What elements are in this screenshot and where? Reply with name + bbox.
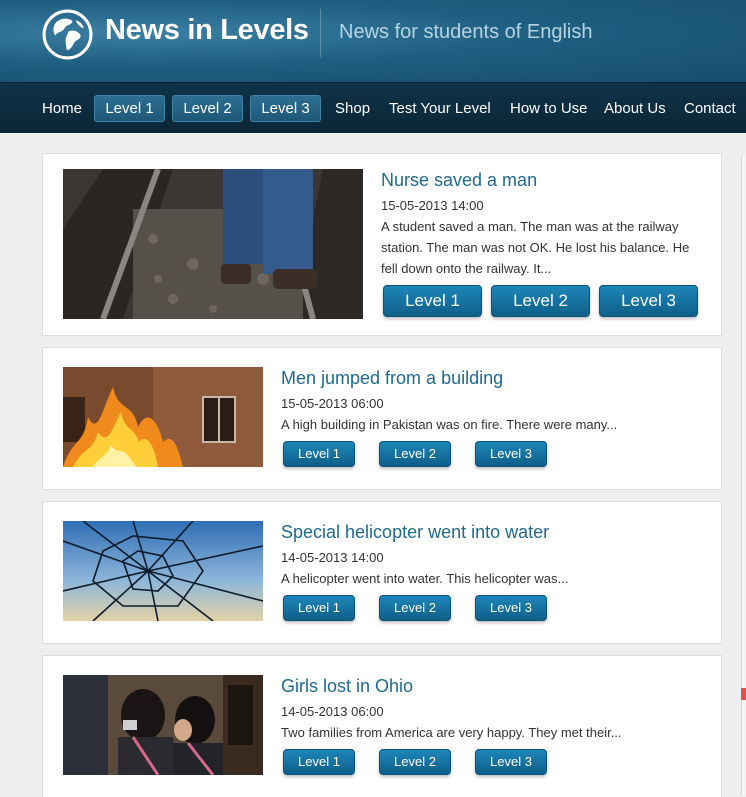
level-3-button[interactable]: Level 3 (475, 595, 547, 621)
article-image-girls[interactable] (63, 675, 263, 775)
article-title[interactable]: Special helicopter went into water (281, 522, 549, 543)
article-title[interactable]: Girls lost in Ohio (281, 676, 413, 697)
level-2-button[interactable]: Level 2 (379, 749, 451, 775)
article-card: Nurse saved a man 15-05-2013 14:00 A stu… (42, 153, 722, 336)
article-date: 14-05-2013 14:00 (281, 550, 384, 565)
nav-level-1[interactable]: Level 1 (94, 95, 165, 122)
nav-test-your-level[interactable]: Test Your Level (389, 100, 491, 117)
article-title[interactable]: Nurse saved a man (381, 170, 537, 191)
nav-contact[interactable]: Contact (684, 100, 736, 117)
article-image-railway[interactable] (63, 169, 363, 319)
level-2-button[interactable]: Level 2 (379, 441, 451, 467)
article-card: Men jumped from a building 15-05-2013 06… (42, 347, 722, 490)
sidebar-marker (741, 688, 746, 700)
level-1-button[interactable]: Level 1 (283, 749, 355, 775)
nav-home[interactable]: Home (42, 100, 82, 117)
main-nav: Home Level 1 Level 2 Level 3 Shop Test Y… (0, 82, 746, 133)
site-logo-text[interactable]: News in Levels (105, 14, 309, 47)
article-date: 14-05-2013 06:00 (281, 704, 384, 719)
level-2-button[interactable]: Level 2 (491, 285, 590, 317)
article-excerpt: A helicopter went into water. This helic… (281, 571, 569, 586)
article-date: 15-05-2013 06:00 (281, 396, 384, 411)
site-header: News in Levels News for students of Engl… (0, 0, 746, 82)
globe-logo-icon[interactable] (42, 9, 93, 60)
nav-level-2[interactable]: Level 2 (172, 95, 243, 122)
level-3-button[interactable]: Level 3 (475, 749, 547, 775)
level-3-button[interactable]: Level 3 (599, 285, 698, 317)
article-excerpt: Two families from America are very happy… (281, 725, 622, 740)
level-1-button[interactable]: Level 1 (283, 441, 355, 467)
level-1-button[interactable]: Level 1 (383, 285, 482, 317)
article-excerpt: A student saved a man. The man was at th… (381, 219, 690, 276)
nav-about-us[interactable]: About Us (604, 100, 666, 117)
article-image-broken-glass[interactable] (63, 521, 263, 621)
nav-level-3[interactable]: Level 3 (250, 95, 321, 122)
nav-how-to-use[interactable]: How to Use (510, 100, 588, 117)
level-3-button[interactable]: Level 3 (475, 441, 547, 467)
article-date: 15-05-2013 14:00 (381, 198, 484, 213)
level-1-button[interactable]: Level 1 (283, 595, 355, 621)
site-tagline: News for students of English (339, 21, 593, 43)
article-excerpt: A high building in Pakistan was on fire.… (281, 417, 618, 432)
article-card: Special helicopter went into water 14-05… (42, 501, 722, 644)
article-card: Girls lost in Ohio 14-05-2013 06:00 Two … (42, 655, 722, 797)
nav-shop[interactable]: Shop (335, 100, 370, 117)
level-2-button[interactable]: Level 2 (379, 595, 451, 621)
article-title[interactable]: Men jumped from a building (281, 368, 503, 389)
article-image-fire[interactable] (63, 367, 263, 467)
header-divider (320, 9, 321, 57)
